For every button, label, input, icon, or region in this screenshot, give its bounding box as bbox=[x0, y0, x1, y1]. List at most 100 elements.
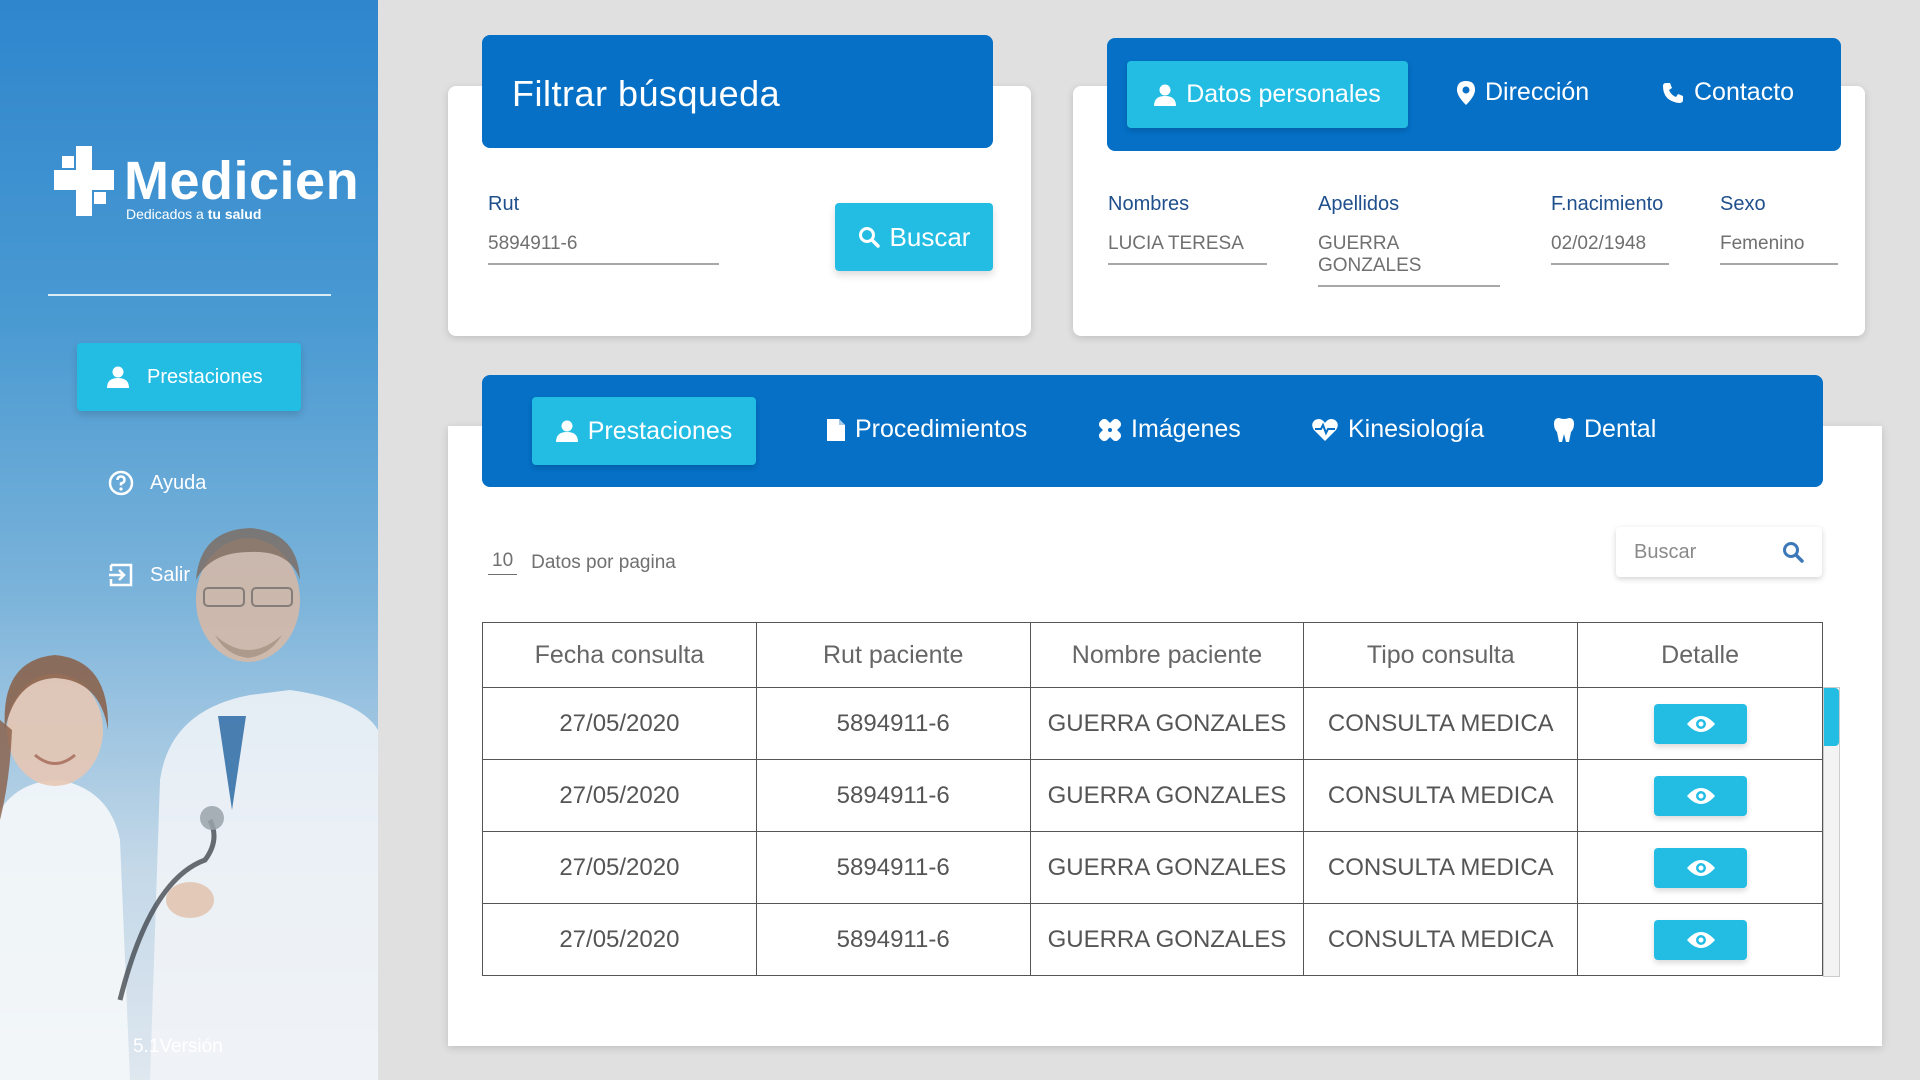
tab-kinesiologia[interactable]: Kinesiología bbox=[1312, 415, 1484, 444]
cell-tipo: CONSULTA MEDICA bbox=[1303, 903, 1579, 976]
apellidos-field[interactable]: GUERRA GONZALES bbox=[1318, 233, 1500, 287]
cell-fecha: 27/05/2020 bbox=[482, 831, 757, 904]
column-header-nombre[interactable]: Nombre paciente bbox=[1029, 622, 1305, 688]
records-tabs: Prestaciones Procedimientos Imágenes Kin… bbox=[482, 375, 1823, 487]
fnacimiento-field[interactable]: 02/02/1948 bbox=[1551, 233, 1669, 265]
cell-detalle bbox=[1577, 687, 1823, 760]
tab-imagenes[interactable]: Imágenes bbox=[1099, 415, 1241, 444]
table-row: 27/05/2020 5894911-6 GUERRA GONZALES CON… bbox=[482, 903, 1823, 976]
bandage-icon bbox=[1099, 418, 1121, 441]
column-header-detalle: Detalle bbox=[1577, 622, 1823, 688]
sexo-field[interactable]: Femenino bbox=[1720, 233, 1838, 265]
user-icon bbox=[555, 420, 578, 442]
table-row: 27/05/2020 5894911-6 GUERRA GONZALES CON… bbox=[482, 759, 1823, 832]
cell-rut: 5894911-6 bbox=[755, 903, 1031, 976]
tab-label: Dirección bbox=[1485, 78, 1590, 106]
tab-prestaciones[interactable]: Prestaciones bbox=[532, 397, 756, 465]
table-row: 27/05/2020 5894911-6 GUERRA GONZALES CON… bbox=[482, 831, 1823, 904]
filter-title: Filtrar búsqueda bbox=[512, 73, 781, 114]
tab-dental[interactable]: Dental bbox=[1554, 415, 1656, 444]
logo-tagline: Dedicados a tu salud bbox=[126, 206, 262, 222]
cell-rut: 5894911-6 bbox=[755, 831, 1031, 904]
cell-nombre: GUERRA GONZALES bbox=[1029, 831, 1305, 904]
view-detail-button[interactable] bbox=[1653, 703, 1747, 744]
tab-datos-personales[interactable]: Datos personales bbox=[1127, 61, 1408, 128]
sexo-label: Sexo bbox=[1720, 193, 1766, 215]
eye-icon bbox=[1686, 787, 1715, 804]
medical-cross-icon bbox=[54, 146, 114, 216]
column-header-tipo[interactable]: Tipo consulta bbox=[1303, 622, 1579, 688]
table-search-placeholder: Buscar bbox=[1634, 540, 1697, 563]
table-header-row: Fecha consulta Rut paciente Nombre pacie… bbox=[482, 622, 1823, 688]
cell-tipo: CONSULTA MEDICA bbox=[1303, 831, 1579, 904]
per-page-select[interactable]: 10 bbox=[488, 550, 518, 575]
heartbeat-icon bbox=[1312, 418, 1338, 441]
sidebar-divider bbox=[48, 294, 331, 296]
table-scrollbar[interactable] bbox=[1823, 687, 1840, 977]
tab-label: Dental bbox=[1584, 415, 1657, 443]
records-table: Fecha consulta Rut paciente Nombre pacie… bbox=[482, 622, 1823, 976]
tab-contacto[interactable]: Contacto bbox=[1662, 78, 1794, 107]
scrollbar-thumb[interactable] bbox=[1824, 688, 1839, 746]
cell-rut: 5894911-6 bbox=[755, 759, 1031, 832]
sidebar-item-label: Salir bbox=[150, 563, 191, 586]
sidebar-item-ayuda[interactable]: Ayuda bbox=[108, 470, 206, 496]
cell-detalle bbox=[1577, 903, 1823, 976]
tab-label: Imágenes bbox=[1131, 415, 1241, 443]
cell-rut: 5894911-6 bbox=[755, 687, 1031, 760]
eye-icon bbox=[1686, 931, 1715, 948]
search-button-label: Buscar bbox=[889, 221, 971, 252]
eye-icon bbox=[1686, 715, 1715, 732]
cell-nombre: GUERRA GONZALES bbox=[1029, 903, 1305, 976]
view-detail-button[interactable] bbox=[1653, 775, 1747, 816]
tab-label: Prestaciones bbox=[587, 416, 733, 445]
logo-name: Medicien bbox=[124, 151, 360, 211]
table-row: 27/05/2020 5894911-6 GUERRA GONZALES CON… bbox=[482, 687, 1823, 760]
cell-detalle bbox=[1577, 759, 1823, 832]
cell-tipo: CONSULTA MEDICA bbox=[1303, 759, 1579, 832]
cell-nombre: GUERRA GONZALES bbox=[1029, 687, 1305, 760]
rut-input[interactable]: 5894911-6 bbox=[488, 233, 719, 265]
column-header-rut[interactable]: Rut paciente bbox=[755, 622, 1031, 688]
table-search-input[interactable]: Buscar bbox=[1616, 527, 1822, 577]
apellidos-label: Apellidos bbox=[1318, 193, 1400, 215]
logo: Medicien Dedicados a tu salud bbox=[52, 146, 359, 226]
sidebar: Medicien Dedicados a tu salud Prestacion… bbox=[0, 0, 378, 1080]
sidebar-item-label: Prestaciones bbox=[147, 365, 263, 388]
map-pin-icon bbox=[1457, 80, 1475, 105]
cell-fecha: 27/05/2020 bbox=[482, 687, 757, 760]
tab-direccion[interactable]: Dirección bbox=[1457, 78, 1589, 107]
sidebar-item-prestaciones[interactable]: Prestaciones bbox=[77, 343, 301, 411]
nombres-field[interactable]: LUCIA TERESA bbox=[1108, 233, 1267, 265]
cell-detalle bbox=[1577, 831, 1823, 904]
tab-procedimientos[interactable]: Procedimientos bbox=[827, 415, 1027, 444]
tab-label: Datos personales bbox=[1186, 80, 1381, 108]
phone-icon bbox=[1663, 82, 1683, 103]
search-button[interactable]: Buscar bbox=[835, 203, 993, 271]
filter-header: Filtrar búsqueda bbox=[482, 35, 993, 148]
document-icon bbox=[827, 418, 845, 441]
cell-fecha: 27/05/2020 bbox=[482, 759, 757, 832]
view-detail-button[interactable] bbox=[1653, 919, 1747, 960]
user-icon bbox=[107, 366, 129, 388]
cell-tipo: CONSULTA MEDICA bbox=[1303, 687, 1579, 760]
view-detail-button[interactable] bbox=[1653, 847, 1747, 888]
fnacimiento-label: F.nacimiento bbox=[1551, 193, 1664, 215]
tab-label: Contacto bbox=[1694, 78, 1795, 106]
patient-tabs: Datos personales Dirección Contacto bbox=[1107, 38, 1841, 151]
search-icon[interactable] bbox=[1782, 541, 1804, 563]
version-label: 5.1Versión bbox=[133, 1036, 223, 1057]
sidebar-item-salir[interactable]: Salir bbox=[108, 562, 190, 588]
help-circle-icon bbox=[108, 470, 134, 496]
column-header-fecha[interactable]: Fecha consulta bbox=[482, 622, 757, 688]
rut-label: Rut bbox=[488, 193, 520, 215]
tab-label: Kinesiología bbox=[1348, 415, 1485, 443]
sidebar-item-label: Ayuda bbox=[150, 471, 207, 494]
per-page-control: 10 Datos por pagina bbox=[488, 550, 676, 575]
user-icon bbox=[1154, 84, 1177, 106]
eye-icon bbox=[1686, 859, 1715, 876]
cell-fecha: 27/05/2020 bbox=[482, 903, 757, 976]
logout-icon bbox=[109, 563, 133, 587]
tooth-icon bbox=[1554, 417, 1574, 442]
search-icon bbox=[858, 227, 880, 248]
